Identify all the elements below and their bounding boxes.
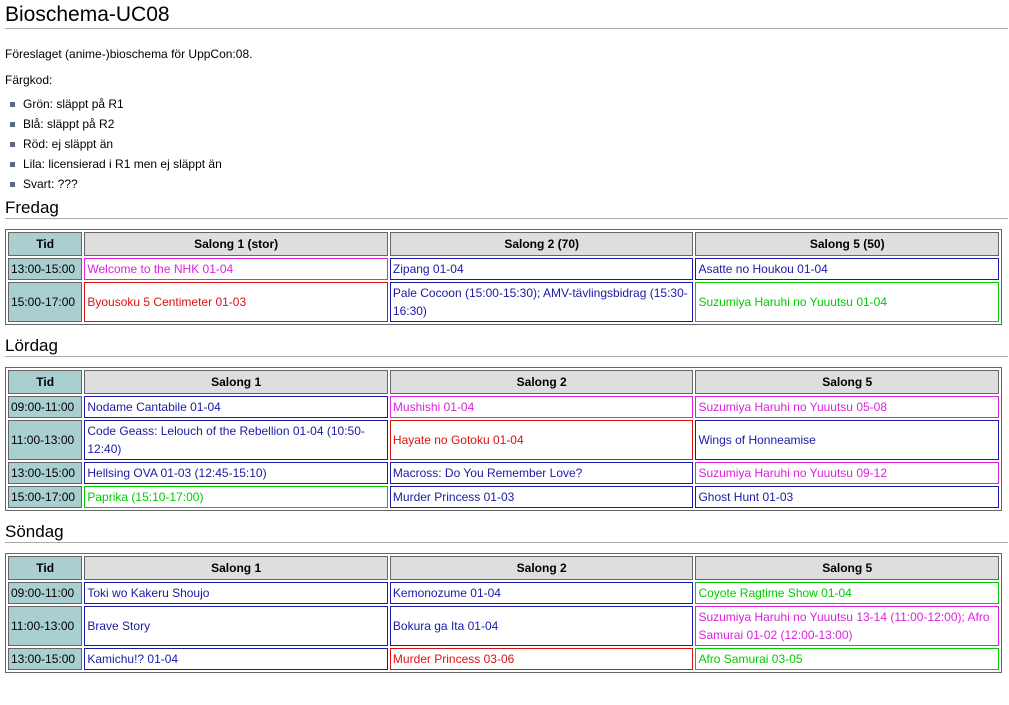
time-cell: 15:00-17:00 [8,486,83,508]
header-salong-2: Salong 2 [389,370,694,394]
header-salong-5: Salong 5 [695,556,999,580]
legend-item-black: Svart: ??? [10,177,1008,191]
program-cell: Afro Samurai 03-05 [695,648,999,670]
header-salong-5: Salong 5 [695,370,999,394]
program-cell: Paprika (15:10-17:00) [84,486,388,508]
program-cell: Asatte no Houkou 01-04 [695,258,999,280]
program-cell: Zipang 01-04 [389,258,694,280]
table-row: 15:00-17:00 Paprika (15:10-17:00) Murder… [8,486,999,508]
table-row: 13:00-15:00 Hellsing OVA 01-03 (12:45-15… [8,462,999,484]
program-cell: Nodame Cantabile 01-04 [84,396,388,418]
program-cell: Hayate no Gotoku 01-04 [389,420,694,460]
program-cell: Welcome to the NHK 01-04 [84,258,388,280]
table-row: 13:00-15:00 Welcome to the NHK 01-04 Zip… [8,258,999,280]
table-row: 09:00-11:00 Nodame Cantabile 01-04 Mushi… [8,396,999,418]
day-heading-fredag: Fredag [5,197,1008,219]
table-row: 11:00-13:00 Brave Story Bokura ga Ita 01… [8,606,999,646]
table-row: 15:00-17:00 Byousoku 5 Centimeter 01-03 … [8,282,999,322]
program-cell: Wings of Honneamise [695,420,999,460]
header-salong-1: Salong 1 [84,556,388,580]
program-cell: Suzumiya Haruhi no Yuuutsu 09-12 [695,462,999,484]
header-tid: Tid [8,370,83,394]
time-cell: 09:00-11:00 [8,396,83,418]
schedule-table-fredag: Tid Salong 1 (stor) Salong 2 (70) Salong… [5,229,1002,325]
header-tid: Tid [8,556,83,580]
program-cell: Code Geass: Lelouch of the Rebellion 01-… [84,420,388,460]
legend-item-purple: Lila: licensierad i R1 men ej släppt än [10,157,1008,171]
intro-text: Föreslaget (anime-)bioschema för UppCon:… [5,47,253,61]
time-cell: 13:00-15:00 [8,462,83,484]
table-row: 09:00-11:00 Toki wo Kakeru Shoujo Kemono… [8,582,999,604]
legend-item-red: Röd: ej släppt än [10,137,1008,151]
day-heading-sondag: Söndag [5,521,1008,543]
header-tid: Tid [8,232,83,256]
table-header-row: Tid Salong 1 Salong 2 Salong 5 [8,370,999,394]
time-cell: 13:00-15:00 [8,258,83,280]
program-cell: Toki wo Kakeru Shoujo [84,582,388,604]
header-salong-2: Salong 2 [389,556,694,580]
program-cell: Suzumiya Haruhi no Yuuutsu 01-04 [695,282,999,322]
time-cell: 09:00-11:00 [8,582,83,604]
legend-item-blue: Blå: släppt på R2 [10,117,1008,131]
time-cell: 11:00-13:00 [8,606,83,646]
table-row: 13:00-15:00 Kamichu!? 01-04 Murder Princ… [8,648,999,670]
program-cell: Kemonozume 01-04 [389,582,694,604]
program-cell: Kamichu!? 01-04 [84,648,388,670]
color-code-label: Färgkod: [5,73,53,87]
day-heading-lordag: Lördag [5,335,1008,357]
legend-item-green: Grön: släppt på R1 [10,97,1008,111]
color-legend: Grön: släppt på R1 Blå: släppt på R2 Röd… [5,97,1008,191]
table-header-row: Tid Salong 1 (stor) Salong 2 (70) Salong… [8,232,999,256]
header-salong-5: Salong 5 (50) [695,232,999,256]
program-cell: Brave Story [84,606,388,646]
header-salong-1: Salong 1 (stor) [84,232,388,256]
time-cell: 15:00-17:00 [8,282,83,322]
time-cell: 13:00-15:00 [8,648,83,670]
program-cell: Suzumiya Haruhi no Yuuutsu 13-14 (11:00-… [695,606,999,646]
program-cell: Pale Cocoon (15:00-15:30); AMV-tävlingsb… [389,282,694,322]
page: Bioschema-UC08 Föreslaget (anime-)biosch… [0,0,1008,673]
program-cell: Mushishi 01-04 [389,396,694,418]
program-cell: Bokura ga Ita 01-04 [389,606,694,646]
program-cell: Murder Princess 01-03 [389,486,694,508]
schedule-table-lordag: Tid Salong 1 Salong 2 Salong 5 09:00-11:… [5,367,1002,511]
time-cell: 11:00-13:00 [8,420,83,460]
header-salong-1: Salong 1 [84,370,388,394]
header-salong-2: Salong 2 (70) [389,232,694,256]
table-row: 11:00-13:00 Code Geass: Lelouch of the R… [8,420,999,460]
program-cell: Suzumiya Haruhi no Yuuutsu 05-08 [695,396,999,418]
program-cell: Hellsing OVA 01-03 (12:45-15:10) [84,462,388,484]
page-title: Bioschema-UC08 [5,0,1008,29]
schedule-table-sondag: Tid Salong 1 Salong 2 Salong 5 09:00-11:… [5,553,1002,673]
program-cell: Ghost Hunt 01-03 [695,486,999,508]
program-cell: Byousoku 5 Centimeter 01-03 [84,282,388,322]
program-cell: Macross: Do You Remember Love? [389,462,694,484]
program-cell: Murder Princess 03-06 [389,648,694,670]
program-cell: Coyote Ragtime Show 01-04 [695,582,999,604]
table-header-row: Tid Salong 1 Salong 2 Salong 5 [8,556,999,580]
